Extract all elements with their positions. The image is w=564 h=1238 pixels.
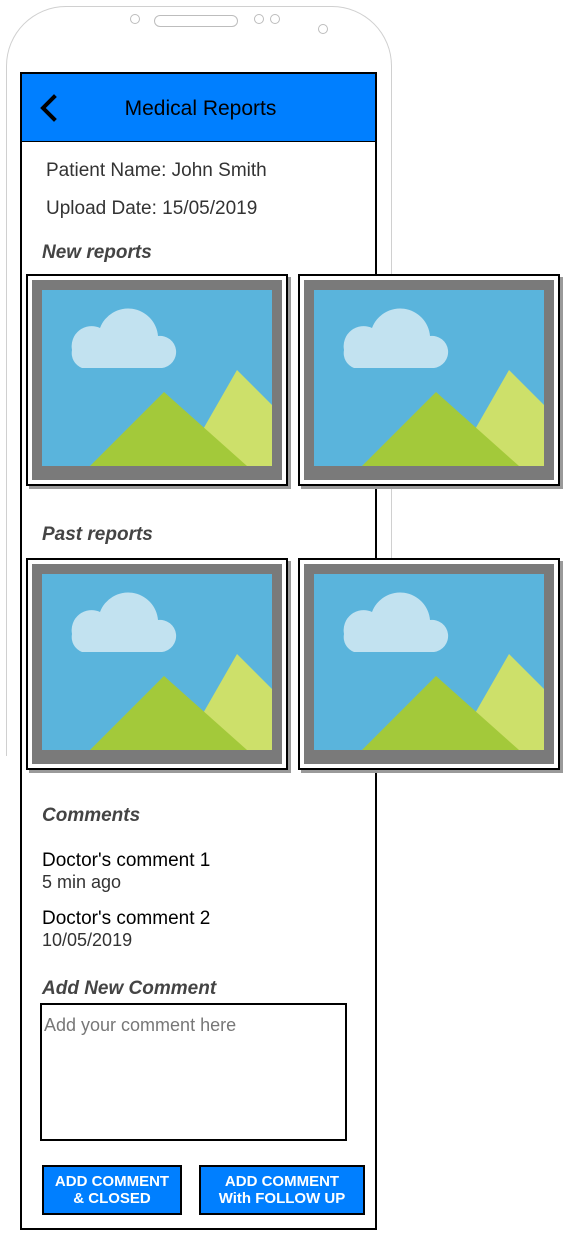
new-report-image[interactable] xyxy=(26,274,288,486)
comment-input[interactable] xyxy=(40,1003,347,1141)
sensor-dot xyxy=(270,14,280,24)
button-label-line: With FOLLOW UP xyxy=(218,1190,346,1207)
add-comment-follow-up-button[interactable]: ADD COMMENT With FOLLOW UP xyxy=(199,1165,365,1215)
new-report-image[interactable] xyxy=(298,274,560,486)
speaker-grille xyxy=(154,15,238,27)
sensor-dot xyxy=(254,14,264,24)
app-header: Medical Reports xyxy=(22,74,375,142)
comment-item: Doctor's comment 1 5 min ago xyxy=(42,850,210,893)
comment-text: Doctor's comment 1 xyxy=(42,850,211,871)
comment-item: Doctor's comment 2 10/05/2019 xyxy=(42,908,210,951)
image-placeholder-icon xyxy=(32,280,282,480)
chevron-left-icon xyxy=(40,94,57,122)
image-placeholder-icon xyxy=(32,564,282,764)
patient-name: Patient Name: John Smith xyxy=(46,160,267,181)
comment-time: 10/05/2019 xyxy=(42,930,133,950)
past-report-image[interactable] xyxy=(26,558,288,770)
back-button[interactable] xyxy=(34,92,66,124)
page-title: Medical Reports xyxy=(124,97,277,120)
image-placeholder-icon xyxy=(304,280,554,480)
comment-time: 5 min ago xyxy=(42,872,122,892)
past-reports-heading: Past reports xyxy=(42,524,153,545)
sensor-dot xyxy=(130,14,140,24)
comments-heading: Comments xyxy=(42,805,141,826)
add-comment-heading: Add New Comment xyxy=(42,978,217,999)
comment-text: Doctor's comment 2 xyxy=(42,908,211,929)
camera-dot xyxy=(318,24,328,34)
image-placeholder-icon xyxy=(304,564,554,764)
button-label-line: & CLOSED xyxy=(73,1190,151,1207)
button-label-line: ADD COMMENT xyxy=(224,1173,340,1190)
past-report-image[interactable] xyxy=(298,558,560,770)
upload-date: Upload Date: 15/05/2019 xyxy=(46,198,258,219)
button-label-line: ADD COMMENT xyxy=(54,1173,170,1190)
add-comment-closed-button[interactable]: ADD COMMENT & CLOSED xyxy=(42,1165,182,1215)
new-reports-heading: New reports xyxy=(42,242,152,263)
